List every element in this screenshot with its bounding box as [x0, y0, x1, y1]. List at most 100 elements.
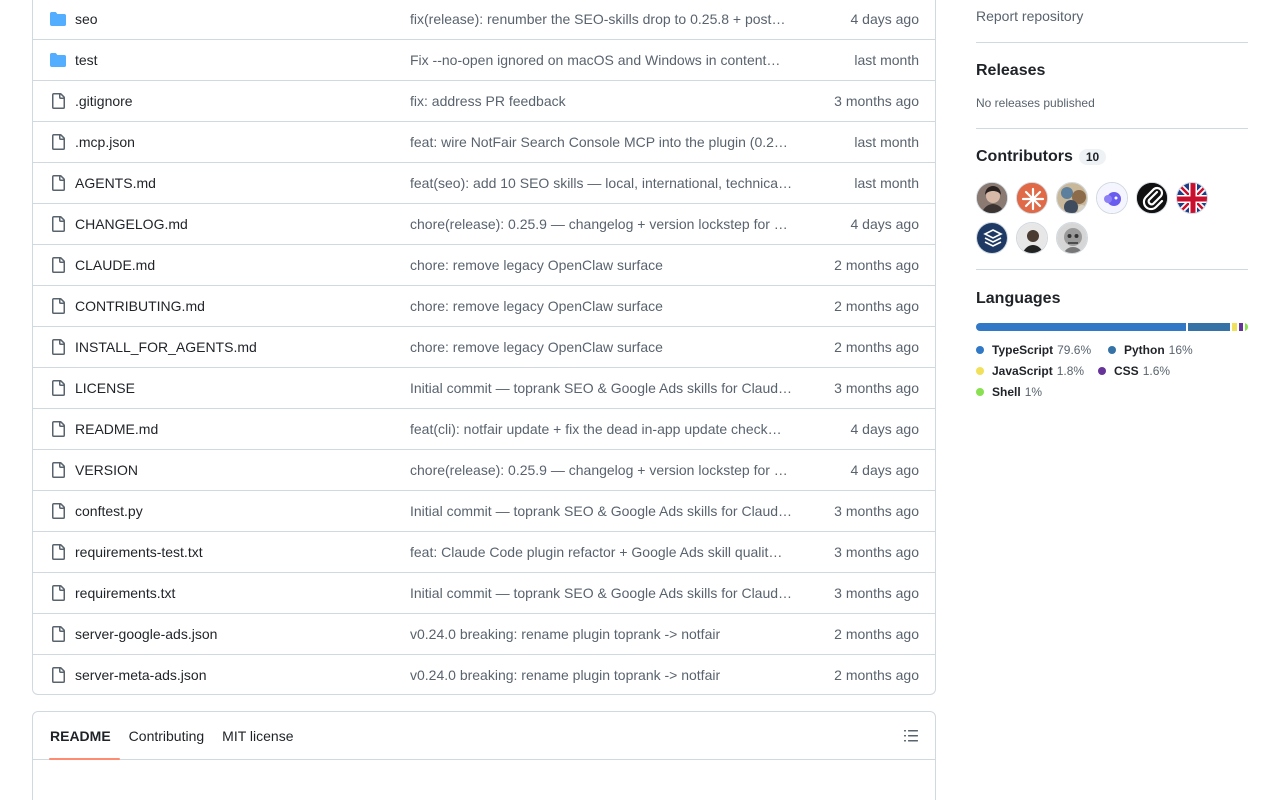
file-row[interactable]: README.md feat(cli): notfair update + fix… [33, 408, 935, 449]
language-legend-item[interactable]: CSS 1.6% [1098, 364, 1170, 378]
file-row[interactable]: server-meta-ads.json v0.24.0 breaking: re… [33, 654, 935, 694]
file-name-link[interactable]: LICENSE [75, 380, 410, 396]
file-name-link[interactable]: INSTALL_FOR_AGENTS.md [75, 339, 410, 355]
commit-message-link[interactable]: Initial commit — toprank SEO & Google Ad… [410, 380, 798, 396]
file-icon [50, 257, 66, 273]
file-name-link[interactable]: README.md [75, 421, 410, 437]
commit-message-link[interactable]: chore(release): 0.25.9 — changelog + ver… [410, 462, 798, 478]
commit-message-link[interactable]: feat(seo): add 10 SEO skills — local, in… [410, 175, 798, 191]
file-row[interactable]: VERSION chore(release): 0.25.9 — changelo… [33, 449, 935, 490]
file-name-link[interactable]: test [75, 52, 410, 68]
file-name-link[interactable]: server-google-ads.json [75, 626, 410, 642]
avatar[interactable] [1016, 222, 1048, 254]
file-name-link[interactable]: .gitignore [75, 93, 410, 109]
file-row[interactable]: LICENSE Initial commit — toprank SEO & Go… [33, 367, 935, 408]
avatar[interactable] [976, 222, 1008, 254]
language-dot-icon [976, 367, 984, 375]
file-row[interactable]: .gitignore fix: address PR feedback 3 mont… [33, 80, 935, 121]
commit-message-link[interactable]: Initial commit — toprank SEO & Google Ad… [410, 503, 798, 519]
tab-readme[interactable]: README [41, 712, 120, 760]
commit-message-link[interactable]: feat: wire NotFair Search Console MCP in… [410, 134, 798, 150]
file-name-link[interactable]: CHANGELOG.md [75, 216, 410, 232]
avatar[interactable] [1016, 182, 1048, 214]
file-name-link[interactable]: .mcp.json [75, 134, 410, 150]
file-name-link[interactable]: VERSION [75, 462, 410, 478]
file-name-link[interactable]: seo [75, 11, 410, 27]
commit-message-link[interactable]: feat: Claude Code plugin refactor + Goog… [410, 544, 798, 560]
commit-date: 3 months ago [834, 93, 919, 109]
commit-message-link[interactable]: chore: remove legacy OpenClaw surface [410, 257, 798, 273]
commit-date: last month [854, 175, 919, 191]
file-name-link[interactable]: requirements-test.txt [75, 544, 410, 560]
commit-date: 4 days ago [850, 216, 920, 232]
avatar[interactable] [1056, 222, 1088, 254]
commit-date: 3 months ago [834, 503, 919, 519]
file-row[interactable]: requirements.txt Initial commit — toprank… [33, 572, 935, 613]
file-row[interactable]: conftest.py Initial commit — toprank SEO … [33, 490, 935, 531]
file-row[interactable]: AGENTS.md feat(seo): add 10 SEO skills — … [33, 162, 935, 203]
commit-message-link[interactable]: chore: remove legacy OpenClaw surface [410, 298, 798, 314]
commit-date: 3 months ago [834, 380, 919, 396]
file-name-link[interactable]: CLAUDE.md [75, 257, 410, 273]
readme-panel: README Contributing MIT license [32, 711, 936, 800]
file-row[interactable]: CHANGELOG.md chore(release): 0.25.9 — cha… [33, 203, 935, 244]
language-bar-segment [1239, 323, 1244, 331]
language-dot-icon [976, 346, 984, 354]
commit-message-link[interactable]: Fix --no-open ignored on macOS and Windo… [410, 52, 798, 68]
language-percent: 1.6% [1142, 364, 1171, 378]
file-row[interactable]: requirements-test.txt feat: Claude Code p… [33, 531, 935, 572]
commit-message-link[interactable]: Initial commit — toprank SEO & Google Ad… [410, 585, 798, 601]
languages-heading: Languages [976, 290, 1061, 307]
file-icon [50, 585, 66, 601]
language-dot-icon [1108, 346, 1116, 354]
contributors-count: 10 [1078, 149, 1107, 165]
file-name-link[interactable]: requirements.txt [75, 585, 410, 601]
tab-mit-license[interactable]: MIT license [213, 712, 302, 759]
commit-message-link[interactable]: v0.24.0 breaking: rename plugin toprank … [410, 667, 798, 683]
file-name-link[interactable]: conftest.py [75, 503, 410, 519]
language-percent: 1.8% [1056, 364, 1085, 378]
folder-icon [50, 11, 66, 27]
report-repository-link[interactable]: Report repository [976, 8, 1083, 24]
language-name: Shell [992, 385, 1021, 399]
language-name: CSS [1114, 364, 1139, 378]
avatar[interactable] [1176, 182, 1208, 214]
language-legend-item[interactable]: Python 16% [1108, 343, 1193, 357]
commit-message-link[interactable]: v0.24.0 breaking: rename plugin toprank … [410, 626, 798, 642]
language-legend-item[interactable]: TypeScript 79.6% [976, 343, 1091, 357]
file-name-link[interactable]: CONTRIBUTING.md [75, 298, 410, 314]
commit-message-link[interactable]: fix(release): renumber the SEO-skills dr… [410, 11, 798, 27]
language-legend-item[interactable]: JavaScript 1.8% [976, 364, 1084, 378]
tab-contributing[interactable]: Contributing [120, 712, 214, 759]
file-row[interactable]: INSTALL_FOR_AGENTS.md chore: remove legac… [33, 326, 935, 367]
file-icon [50, 462, 66, 478]
contributors-heading[interactable]: Contributors 10 [976, 148, 1107, 166]
commit-message-link[interactable]: feat(cli): notfair update + fix the dead… [410, 421, 798, 437]
avatar[interactable] [1056, 182, 1088, 214]
file-name-link[interactable]: server-meta-ads.json [75, 667, 410, 683]
file-icon [50, 134, 66, 150]
file-row[interactable]: CLAUDE.md chore: remove legacy OpenClaw s… [33, 244, 935, 285]
folder-icon [50, 52, 66, 68]
commit-message-link[interactable]: fix: address PR feedback [410, 93, 798, 109]
file-row[interactable]: .mcp.json feat: wire NotFair Search Conso… [33, 121, 935, 162]
commit-message-link[interactable]: chore(release): 0.25.9 — changelog + ver… [410, 216, 798, 232]
file-row[interactable]: test Fix --no-open ignored on macOS and W… [33, 39, 935, 80]
file-row[interactable]: server-google-ads.json v0.24.0 breaking: … [33, 613, 935, 654]
avatar[interactable] [1136, 182, 1168, 214]
releases-heading[interactable]: Releases [976, 62, 1045, 80]
commit-message-link[interactable]: chore: remove legacy OpenClaw surface [410, 339, 798, 355]
list-outline-icon[interactable] [903, 728, 919, 744]
avatar[interactable] [976, 182, 1008, 214]
readme-tabs: README Contributing MIT license [33, 712, 935, 760]
language-bar [976, 323, 1248, 331]
file-icon [50, 93, 66, 109]
file-icon [50, 626, 66, 642]
commit-date: 2 months ago [834, 667, 919, 683]
commit-date: last month [854, 134, 919, 150]
file-row[interactable]: seo fix(release): renumber the SEO-skills… [33, 0, 935, 39]
avatar[interactable] [1096, 182, 1128, 214]
language-legend-item[interactable]: Shell 1% [976, 385, 1042, 399]
file-row[interactable]: CONTRIBUTING.md chore: remove legacy Open… [33, 285, 935, 326]
file-name-link[interactable]: AGENTS.md [75, 175, 410, 191]
